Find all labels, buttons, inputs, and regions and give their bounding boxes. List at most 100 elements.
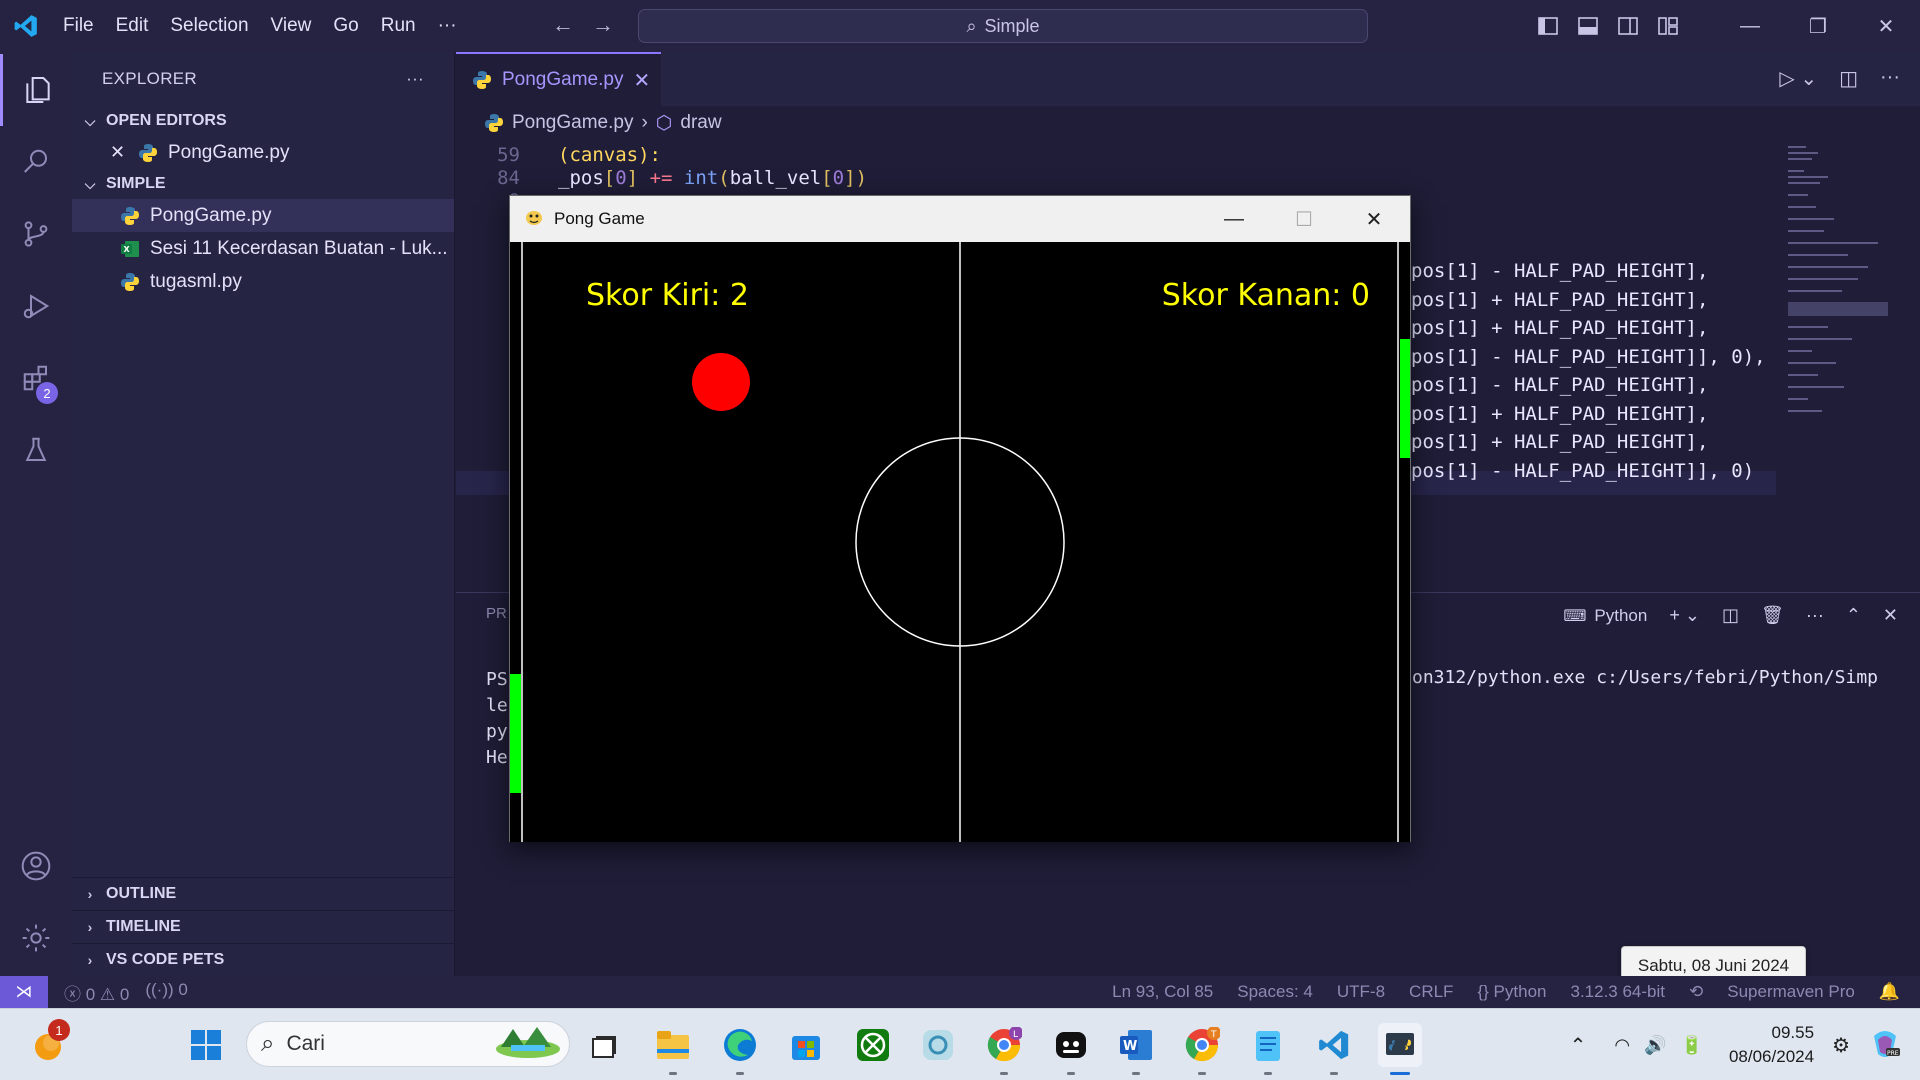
extensions-icon[interactable]: 2 (0, 342, 72, 414)
minimap[interactable] (1784, 140, 1904, 540)
pong-title-bar[interactable]: Pong Game — ☐ ✕ (510, 196, 1410, 242)
language-mode[interactable]: {} Python (1477, 982, 1546, 1002)
chevron-up-icon[interactable]: ⌃ (1570, 1033, 1587, 1058)
running-indicator (1330, 1072, 1338, 1075)
python-file-icon (138, 143, 158, 163)
taskbar-search[interactable]: ⌕ Cari (246, 1021, 570, 1067)
maximize-icon[interactable]: ☐ (1269, 196, 1339, 242)
xbox-icon[interactable] (851, 1023, 895, 1067)
search-icon[interactable] (0, 126, 72, 198)
folder-section[interactable]: ⌵ SIMPLE (72, 169, 454, 199)
more-actions-icon[interactable]: ··· (406, 69, 424, 89)
error-count: 0 (85, 984, 96, 1004)
customize-layout-icon[interactable] (1656, 15, 1680, 37)
file-explorer-icon[interactable] (651, 1023, 695, 1075)
toggle-panel-icon[interactable] (1576, 15, 1600, 37)
back-arrow-icon[interactable]: ← (552, 12, 574, 38)
pong-game-window[interactable]: Pong Game — ☐ ✕ Skor Kiri: 2 Skor Kanan:… (509, 195, 1411, 842)
word-icon[interactable]: W (1114, 1023, 1158, 1075)
wifi-icon[interactable]: ◠ (1614, 1035, 1630, 1056)
toggle-secondary-sidebar-icon[interactable] (1616, 15, 1640, 37)
menu-edit[interactable]: Edit (105, 15, 160, 37)
outline-section[interactable]: › OUTLINE (72, 877, 455, 910)
cursor-position[interactable]: Ln 93, Col 85 (1112, 982, 1213, 1002)
account-icon[interactable] (0, 830, 72, 902)
chrome-profile-l-icon[interactable]: L (982, 1023, 1026, 1075)
explorer-icon[interactable] (0, 54, 72, 126)
editor-tab[interactable]: PongGame.py ✕ (456, 52, 661, 106)
interpreter-version[interactable]: 3.12.3 64-bit (1570, 982, 1665, 1002)
file-item[interactable]: PongGame.py (72, 199, 454, 232)
testing-icon[interactable] (0, 414, 72, 486)
more-actions-icon[interactable]: ··· (1880, 66, 1900, 91)
settings-gear-icon[interactable] (0, 902, 72, 974)
minimize-icon[interactable]: — (1716, 0, 1784, 52)
remote-indicator-icon[interactable]: ⋊ (0, 976, 48, 1008)
microsoft-store-icon[interactable] (784, 1023, 828, 1067)
svg-text:X: X (124, 245, 131, 254)
close-panel-icon[interactable]: ✕ (1883, 605, 1898, 626)
pong-canvas[interactable]: Skor Kiri: 2 Skor Kanan: 0 (510, 242, 1410, 842)
menu-run[interactable]: Run (370, 15, 427, 37)
edge-browser-icon[interactable] (718, 1023, 762, 1075)
notepad-icon[interactable] (1246, 1023, 1290, 1075)
minimize-icon[interactable]: — (1199, 196, 1269, 242)
forward-arrow-icon[interactable]: → (592, 12, 614, 38)
indentation[interactable]: Spaces: 4 (1237, 982, 1313, 1002)
menu-view[interactable]: View (260, 15, 323, 37)
close-icon[interactable]: ✕ (1339, 196, 1409, 242)
open-editors-section[interactable]: ⌵ OPEN EDITORS (72, 106, 454, 136)
file-item[interactable]: tugasml.py (72, 265, 454, 298)
menu-file[interactable]: File (52, 15, 105, 37)
breadcrumb-symbol[interactable]: draw (680, 112, 721, 134)
notification-center-icon[interactable]: ⚙ (1832, 1033, 1850, 1058)
restore-icon[interactable]: ❐ (1784, 0, 1852, 52)
kill-terminal-icon[interactable]: 🗑 (1761, 605, 1784, 626)
vscode-taskbar-icon[interactable] (1312, 1023, 1356, 1075)
task-view-icon[interactable] (583, 1023, 627, 1067)
breadcrumb-file[interactable]: PongGame.py (512, 112, 633, 134)
open-editor-item[interactable]: ✕ PongGame.py (72, 136, 454, 169)
more-actions-icon[interactable]: ··· (1806, 605, 1824, 626)
close-editor-icon[interactable]: ✕ (110, 142, 128, 163)
ai-chat-app-icon[interactable] (1049, 1023, 1093, 1075)
close-tab-icon[interactable]: ✕ (633, 68, 650, 93)
terminal-output[interactable]: PS le py He (486, 667, 508, 771)
encoding[interactable]: UTF-8 (1337, 982, 1385, 1002)
copilot-app-icon[interactable] (916, 1023, 960, 1067)
chrome-profile-t-icon[interactable]: T (1180, 1023, 1224, 1075)
vscode-pets-section[interactable]: › VS CODE PETS (72, 943, 455, 976)
close-icon[interactable]: ✕ (1852, 0, 1920, 52)
ports-indicator[interactable]: ((·)) 0 (145, 980, 188, 1005)
clock[interactable]: 09.55 08/06/2024 (1729, 1021, 1814, 1069)
line-ending[interactable]: CRLF (1409, 982, 1453, 1002)
file-item[interactable]: X Sesi 11 Kecerdasan Buatan - Luk... (72, 232, 454, 265)
extension-status[interactable]: Supermaven Pro (1727, 982, 1855, 1002)
menu-selection[interactable]: Selection (159, 15, 259, 37)
run-file-icon[interactable]: ▷ ⌄ (1779, 66, 1817, 91)
split-editor-icon[interactable]: ◫ (1839, 66, 1858, 91)
run-debug-icon[interactable] (0, 270, 72, 342)
running-indicator (1067, 1072, 1075, 1075)
widgets-icon[interactable]: 1 (26, 1019, 70, 1067)
pygame-taskbar-icon[interactable] (1378, 1023, 1422, 1075)
problems-indicator[interactable]: ⓧ 0 ⚠ 0 (64, 980, 129, 1005)
maximize-panel-icon[interactable]: ⌃ (1846, 605, 1861, 626)
command-center[interactable]: ⌕ Simple (638, 9, 1368, 43)
toggle-sidebar-icon[interactable] (1536, 15, 1560, 37)
volume-icon[interactable]: 🔊 (1644, 1035, 1666, 1056)
svg-text:W: W (1123, 1039, 1137, 1054)
menu-more[interactable]: ··· (427, 15, 468, 37)
panel-tab-problems[interactable]: PR (486, 605, 507, 622)
split-terminal-icon[interactable]: ◫ (1722, 605, 1739, 626)
new-terminal-icon[interactable]: + ⌄ (1669, 605, 1700, 626)
timeline-section[interactable]: › TIMELINE (72, 910, 455, 943)
menu-go[interactable]: Go (322, 15, 369, 37)
python-file-icon (472, 70, 492, 90)
source-control-icon[interactable] (0, 198, 72, 270)
terminal-kind[interactable]: Python (1594, 606, 1647, 626)
battery-icon[interactable]: 🔋 (1681, 1035, 1703, 1056)
start-windows-icon[interactable] (184, 1023, 228, 1067)
notifications-bell-icon[interactable]: 🔔 (1879, 982, 1900, 1002)
copilot-icon[interactable]: PRE (1868, 1026, 1902, 1065)
